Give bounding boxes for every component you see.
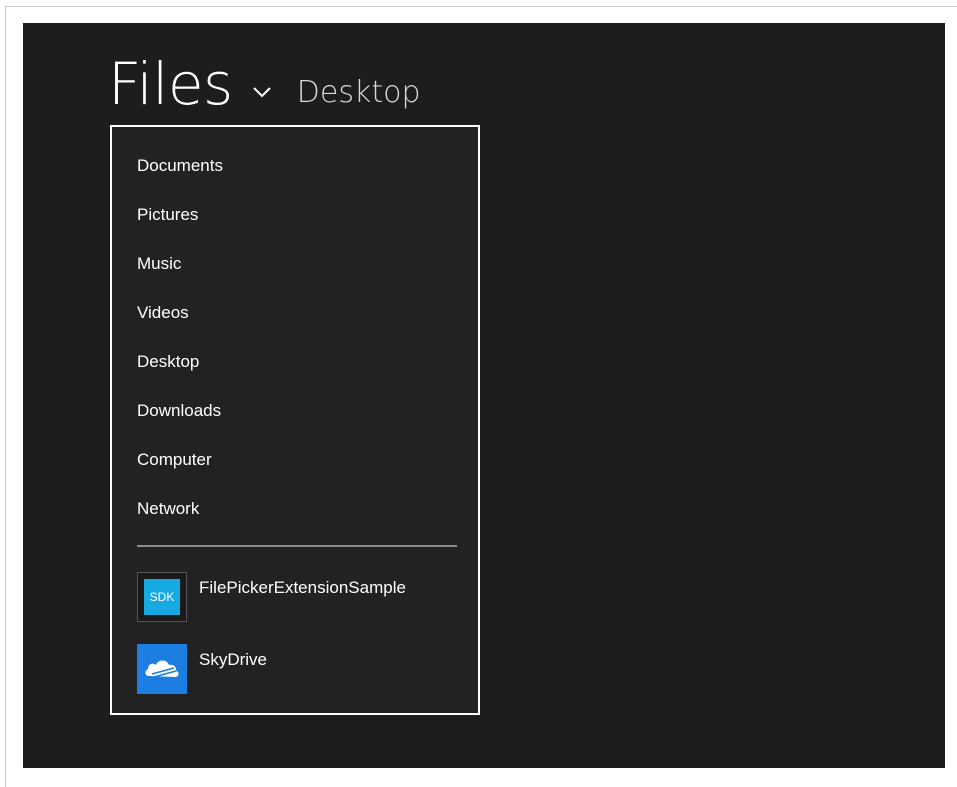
chevron-down-icon[interactable]: [251, 85, 273, 99]
location-list: Documents Pictures Music Videos Desktop …: [137, 154, 457, 546]
file-picker: Files Desktop Documents Pictures Music V…: [23, 23, 945, 768]
location-item-documents[interactable]: Documents: [137, 154, 457, 203]
location-title[interactable]: Files: [108, 55, 233, 113]
location-item-desktop[interactable]: Desktop: [137, 350, 457, 399]
location-item-downloads[interactable]: Downloads: [137, 399, 457, 448]
skydrive-cloud-icon: [145, 660, 179, 678]
picker-header: Files Desktop: [108, 43, 421, 113]
location-item-pictures[interactable]: Pictures: [137, 203, 457, 252]
location-item-videos[interactable]: Videos: [137, 301, 457, 350]
app-label-filepickerextensionsample: FilePickerExtensionSample: [199, 578, 406, 597]
location-item-music[interactable]: Music: [137, 252, 457, 301]
app-label-skydrive: SkyDrive: [199, 650, 268, 669]
current-folder-label: Desktop: [296, 75, 421, 110]
window-frame-left: [5, 6, 6, 787]
divider: [137, 545, 457, 547]
location-item-computer[interactable]: Computer: [137, 448, 457, 497]
location-dropdown: Documents Pictures Music Videos Desktop …: [110, 125, 480, 715]
skydrive-tile: [137, 644, 187, 694]
sdk-icon: SDK: [144, 579, 180, 615]
sdk-tile: SDK: [137, 572, 187, 622]
location-item-network[interactable]: Network: [137, 497, 457, 546]
app-item-skydrive[interactable]: SkyDrive: [137, 644, 457, 696]
window-frame-top: [5, 6, 957, 7]
app-item-filepickerextensionsample[interactable]: SDK FilePickerExtensionSample: [137, 572, 457, 624]
